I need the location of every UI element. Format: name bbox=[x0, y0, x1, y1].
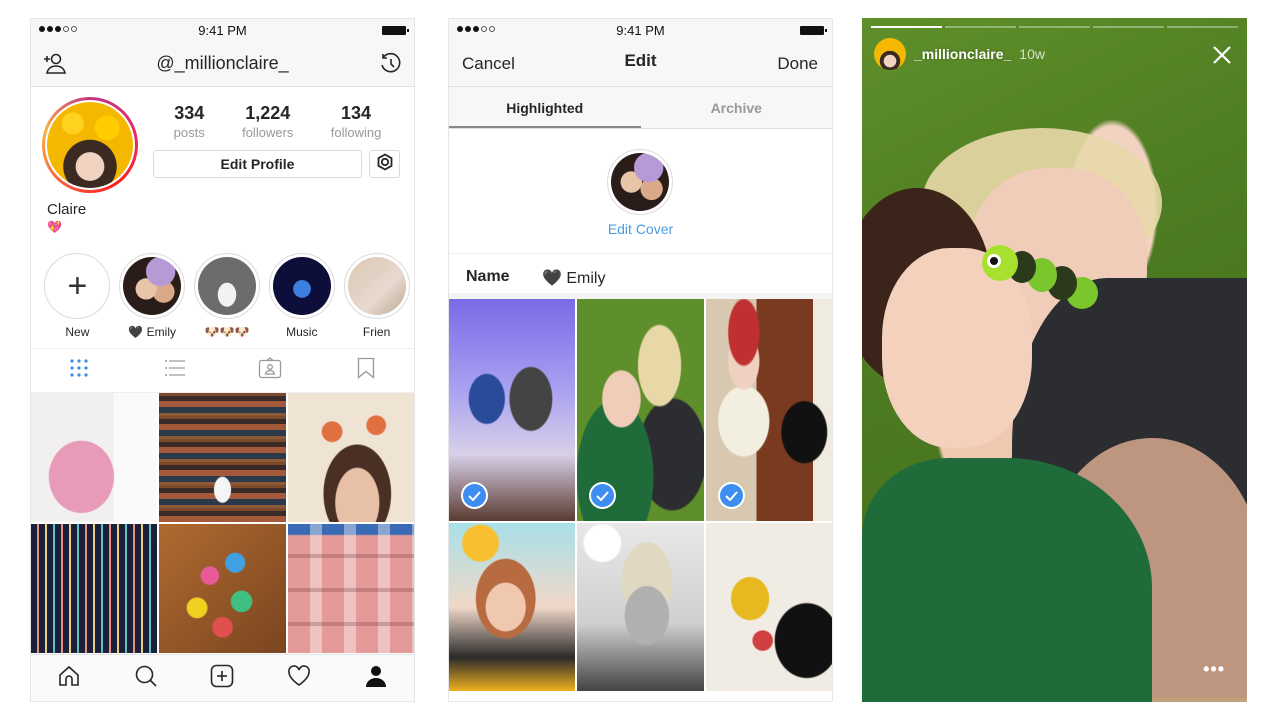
tab-search[interactable] bbox=[126, 658, 166, 698]
tab-list[interactable] bbox=[155, 356, 195, 386]
highlight-emily[interactable]: 🖤 Emily bbox=[115, 247, 190, 348]
tab-saved[interactable] bbox=[346, 356, 386, 386]
story-image[interactable] bbox=[862, 18, 1247, 702]
grid-icon bbox=[69, 358, 89, 383]
story-progress bbox=[871, 26, 1238, 28]
list-icon bbox=[164, 359, 186, 382]
profile-view-tabs bbox=[31, 349, 414, 393]
tab-tagged[interactable] bbox=[250, 356, 290, 386]
photo-thumbnail[interactable] bbox=[287, 524, 414, 653]
highlight-dogs[interactable]: 🐶🐶🐶 bbox=[190, 247, 265, 348]
gear-icon bbox=[376, 152, 394, 176]
story-item[interactable] bbox=[705, 299, 832, 521]
caterpillar-sticker[interactable] bbox=[970, 233, 1105, 313]
highlight-friends[interactable]: Frien bbox=[339, 247, 414, 348]
tab-profile[interactable] bbox=[356, 658, 396, 698]
profile-avatar[interactable] bbox=[42, 97, 138, 193]
heart-icon bbox=[287, 664, 311, 692]
battery-icon bbox=[382, 26, 409, 35]
highlight-music[interactable]: Music bbox=[264, 247, 339, 348]
status-bar: 9:41 PM bbox=[449, 19, 832, 41]
tab-highlighted[interactable]: Highlighted bbox=[449, 87, 641, 128]
bookmark-icon bbox=[357, 357, 375, 384]
edit-cover-link[interactable]: Edit Cover bbox=[449, 221, 832, 237]
story-select-grid bbox=[449, 299, 832, 691]
profile-screen: 9:41 PM @_millionclaire_ 334 posts 1,224… bbox=[30, 18, 415, 702]
highlight-new[interactable]: + New bbox=[40, 247, 115, 348]
plus-square-icon bbox=[210, 664, 234, 693]
story-item[interactable] bbox=[705, 523, 832, 691]
edit-profile-button[interactable]: Edit Profile bbox=[153, 150, 362, 178]
photo-thumbnail[interactable] bbox=[31, 524, 158, 653]
display-name: Claire bbox=[47, 201, 87, 218]
archive-history-icon[interactable] bbox=[378, 52, 404, 76]
edit-title: Edit bbox=[624, 51, 657, 70]
story-highlights: + New 🖤 Emily 🐶🐶🐶 Music Frien bbox=[31, 247, 414, 349]
tab-home[interactable] bbox=[49, 658, 89, 698]
photo-grid bbox=[31, 393, 414, 653]
story-item[interactable] bbox=[449, 299, 576, 521]
cover-image[interactable] bbox=[607, 149, 673, 215]
photo-thumbnail[interactable] bbox=[287, 393, 414, 522]
edit-header: Cancel Edit Done bbox=[449, 41, 832, 87]
done-button[interactable]: Done bbox=[777, 54, 818, 74]
settings-button[interactable] bbox=[369, 150, 400, 178]
progress-segment bbox=[1093, 26, 1164, 28]
bio: 💖 bbox=[47, 220, 62, 234]
tab-new-post[interactable] bbox=[202, 658, 242, 698]
progress-segment bbox=[1019, 26, 1090, 28]
profile-stats: 334 posts 1,224 followers 134 following bbox=[155, 103, 400, 140]
tab-archive[interactable]: Archive bbox=[641, 87, 833, 128]
photo-thumbnail[interactable] bbox=[159, 524, 286, 653]
selected-check-icon[interactable] bbox=[461, 482, 488, 509]
search-icon bbox=[134, 664, 158, 693]
close-icon[interactable] bbox=[1211, 44, 1233, 66]
battery-icon bbox=[800, 26, 827, 35]
home-icon bbox=[57, 664, 81, 693]
profile-summary: 334 posts 1,224 followers 134 following … bbox=[31, 87, 414, 247]
profile-header: @_millionclaire_ bbox=[31, 41, 414, 87]
name-label: Name bbox=[466, 268, 510, 285]
edit-tabs: Highlighted Archive bbox=[449, 87, 832, 129]
plus-icon: + bbox=[44, 253, 111, 319]
name-row: Name 🖤 Emily bbox=[449, 254, 832, 299]
story-username[interactable]: _millionclaire_ bbox=[914, 46, 1011, 62]
story-avatar[interactable] bbox=[874, 38, 906, 70]
stat-following[interactable]: 134 following bbox=[331, 103, 382, 140]
cover-section: Edit Cover bbox=[449, 129, 832, 254]
selected-check-icon[interactable] bbox=[589, 482, 617, 509]
story-item[interactable] bbox=[577, 299, 704, 521]
status-bar: 9:41 PM bbox=[31, 19, 414, 41]
tab-activity[interactable] bbox=[279, 658, 319, 698]
profile-username: @_millionclaire_ bbox=[156, 53, 289, 73]
progress-segment bbox=[1167, 26, 1238, 28]
progress-segment bbox=[945, 26, 1016, 28]
selected-check-icon[interactable] bbox=[717, 482, 745, 509]
name-input[interactable]: 🖤 Emily bbox=[542, 268, 605, 288]
story-item[interactable] bbox=[577, 523, 704, 691]
status-time: 9:41 PM bbox=[198, 23, 247, 38]
bottom-tab-bar bbox=[31, 654, 414, 701]
tab-grid[interactable] bbox=[59, 356, 99, 386]
stat-posts[interactable]: 334 posts bbox=[174, 103, 205, 140]
stat-followers[interactable]: 1,224 followers bbox=[242, 103, 293, 140]
story-header: _millionclaire_ 10w bbox=[874, 38, 1045, 70]
more-options-icon[interactable]: ••• bbox=[1203, 659, 1225, 680]
status-time: 9:41 PM bbox=[616, 23, 665, 38]
photo-thumbnail[interactable] bbox=[159, 393, 286, 522]
tagged-icon bbox=[258, 357, 282, 384]
photo-thumbnail[interactable] bbox=[31, 393, 158, 522]
progress-segment bbox=[871, 26, 942, 28]
story-item[interactable] bbox=[449, 523, 576, 691]
add-person-icon[interactable] bbox=[41, 52, 67, 76]
profile-icon bbox=[364, 664, 388, 693]
story-age: 10w bbox=[1019, 46, 1045, 62]
edit-highlight-screen: 9:41 PM Cancel Edit Done Highlighted Arc… bbox=[448, 18, 833, 702]
story-viewer[interactable]: _millionclaire_ 10w ••• bbox=[862, 18, 1247, 702]
